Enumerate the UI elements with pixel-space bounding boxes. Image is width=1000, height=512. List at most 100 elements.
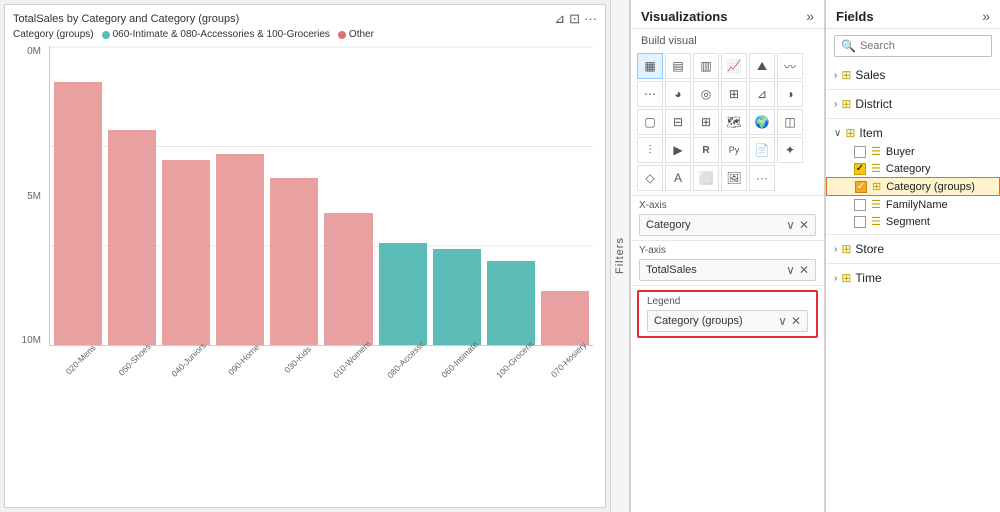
fields-panel-chevron[interactable]: »	[982, 8, 990, 24]
legend-field-name: Category (groups)	[654, 315, 743, 327]
viz-btn-100-bar[interactable]: ▥	[693, 53, 719, 79]
viz-btn-filled-map[interactable]: 🌍	[749, 109, 775, 135]
field-group-header-time[interactable]: › ⊞ Time	[826, 268, 1000, 288]
viz-panel-chevron[interactable]: »	[806, 8, 814, 24]
viz-btn-paginated[interactable]: 📄	[749, 137, 775, 163]
legend-field[interactable]: Category (groups) ∨ ✕	[647, 310, 808, 332]
legend-remove-icon[interactable]: ✕	[791, 314, 801, 328]
checkbox-buyer[interactable]	[854, 146, 866, 158]
viz-btn-treemap[interactable]: ⊞	[721, 81, 747, 107]
table-icon-store: ⊞	[841, 242, 851, 256]
viz-btn-matrix[interactable]: ⊞	[693, 109, 719, 135]
viz-btn-python[interactable]: Py	[721, 137, 747, 163]
viz-btn-r[interactable]: R	[693, 137, 719, 163]
viz-btn-funnel[interactable]: ⊿	[749, 81, 775, 107]
bar-accessories-teal	[379, 243, 427, 345]
viz-btn-ribbon[interactable]: 〰	[777, 53, 803, 79]
divider-3	[826, 234, 1000, 235]
search-input[interactable]	[860, 40, 985, 52]
viz-btn-table[interactable]: ⊟	[665, 109, 691, 135]
viz-btn-stacked-bar[interactable]: ▤	[665, 53, 691, 79]
field-item-buyer[interactable]: ☰ Buyer	[826, 143, 1000, 160]
viz-type-row-3: ▢ ⊟ ⊞ 🗺 🌍 ◫	[637, 109, 818, 135]
chart-legend: Category (groups) 060-Intimate & 080-Acc…	[13, 29, 597, 40]
table-icon-item: ⊞	[845, 126, 855, 140]
checkbox-segment[interactable]	[854, 216, 866, 228]
bar-group-intimate	[433, 46, 481, 345]
bar-hosiery-pink	[541, 291, 589, 345]
build-visual-label: Build visual	[631, 29, 824, 51]
viz-btn-image[interactable]: 🖼	[721, 165, 747, 191]
x-axis-field[interactable]: Category ∨ ✕	[639, 214, 816, 236]
search-icon: 🔍	[841, 39, 856, 53]
viz-btn-area[interactable]: ⛰	[749, 53, 775, 79]
chevron-icon-store: ›	[834, 244, 837, 255]
bar-group-mens	[54, 46, 102, 345]
viz-btn-more[interactable]: ···	[749, 165, 775, 191]
bar-group-juniors	[162, 46, 210, 345]
checkbox-category-groups[interactable]: ✓	[855, 181, 867, 193]
field-item-familyname[interactable]: ☰ FamilyName	[826, 196, 1000, 213]
field-group-sales: › ⊞ Sales	[826, 65, 1000, 85]
x-axis-remove-icon[interactable]: ✕	[799, 218, 809, 232]
chart-area: ⊿ ⊡ ··· TotalSales by Category and Categ…	[4, 4, 606, 508]
viz-btn-gauge[interactable]: ◑	[777, 81, 803, 107]
expand-icon[interactable]: ⊡	[569, 11, 580, 27]
viz-btn-line[interactable]: 📈	[721, 53, 747, 79]
x-axis-label: X-axis	[639, 200, 816, 211]
field-icon-segment: ☰	[871, 215, 881, 228]
viz-btn-shape-map[interactable]: ◫	[777, 109, 803, 135]
bar-group-accessories	[379, 46, 427, 345]
filter-icon[interactable]: ⊿	[554, 11, 565, 27]
y-label-top: 10M	[13, 335, 45, 346]
y-axis-label: Y-axis	[639, 245, 816, 256]
y-axis-remove-icon[interactable]: ✕	[799, 263, 809, 277]
bar-group-kids	[270, 46, 318, 345]
chevron-icon-item: ∨	[834, 128, 841, 139]
legend-label: Category (groups)	[13, 29, 94, 40]
field-group-header-sales[interactable]: › ⊞ Sales	[826, 65, 1000, 85]
viz-btn-text[interactable]: A	[665, 165, 691, 191]
y-axis-field[interactable]: TotalSales ∨ ✕	[639, 259, 816, 281]
bar-kids-pink	[270, 178, 318, 345]
field-group-header-item[interactable]: ∨ ⊞ Item	[826, 123, 1000, 143]
more-icon[interactable]: ···	[584, 11, 597, 27]
bar-home-pink	[216, 154, 264, 345]
filters-label: Filters	[614, 238, 626, 275]
fields-panel-header: Fields »	[826, 0, 1000, 29]
viz-btn-card[interactable]: ▢	[637, 109, 663, 135]
viz-type-row-5: ◇ A ⬜ 🖼 ···	[637, 165, 818, 191]
legend-other-label: Other	[349, 29, 374, 40]
viz-btn-smart[interactable]: ✦	[777, 137, 803, 163]
viz-type-row-2: ⋯ ◕ ◎ ⊞ ⊿ ◑	[637, 81, 818, 107]
field-item-category-groups[interactable]: ✓ ⊞ Category (groups)	[826, 177, 1000, 196]
y-axis-expand-icon[interactable]: ∨	[786, 263, 795, 277]
field-icon-category: ☰	[871, 162, 881, 175]
filters-sidebar[interactable]: Filters	[610, 0, 630, 512]
checkbox-familyname[interactable]	[854, 199, 866, 211]
viz-btn-donut[interactable]: ◎	[693, 81, 719, 107]
table-icon-time: ⊞	[841, 271, 851, 285]
viz-btn-shape[interactable]: ◇	[637, 165, 663, 191]
field-group-header-district[interactable]: › ⊞ District	[826, 94, 1000, 114]
y-axis-controls: ∨ ✕	[786, 263, 809, 277]
bar-group-home	[216, 46, 264, 345]
field-item-segment[interactable]: ☰ Segment	[826, 213, 1000, 230]
viz-btn-button[interactable]: ⬜	[693, 165, 719, 191]
viz-btn-bar[interactable]: ▦	[637, 53, 663, 79]
viz-btn-pie[interactable]: ◕	[665, 81, 691, 107]
viz-btn-scatter[interactable]: ⋯	[637, 81, 663, 107]
bar-shoes-pink	[108, 130, 156, 345]
field-group-name-item: Item	[859, 126, 882, 140]
x-axis-expand-icon[interactable]: ∨	[786, 218, 795, 232]
checkbox-category[interactable]: ✓	[854, 163, 866, 175]
field-group-header-store[interactable]: › ⊞ Store	[826, 239, 1000, 259]
legend-expand-icon[interactable]: ∨	[778, 314, 787, 328]
viz-btn-scatter-play[interactable]: ▶	[665, 137, 691, 163]
field-item-category[interactable]: ✓ ☰ Category	[826, 160, 1000, 177]
search-box[interactable]: 🔍	[834, 35, 992, 57]
viz-btn-map[interactable]: 🗺	[721, 109, 747, 135]
viz-btn-waterfall[interactable]: ⫶	[637, 137, 663, 163]
field-group-time: › ⊞ Time	[826, 268, 1000, 288]
x-axis-section: X-axis Category ∨ ✕	[631, 196, 824, 241]
